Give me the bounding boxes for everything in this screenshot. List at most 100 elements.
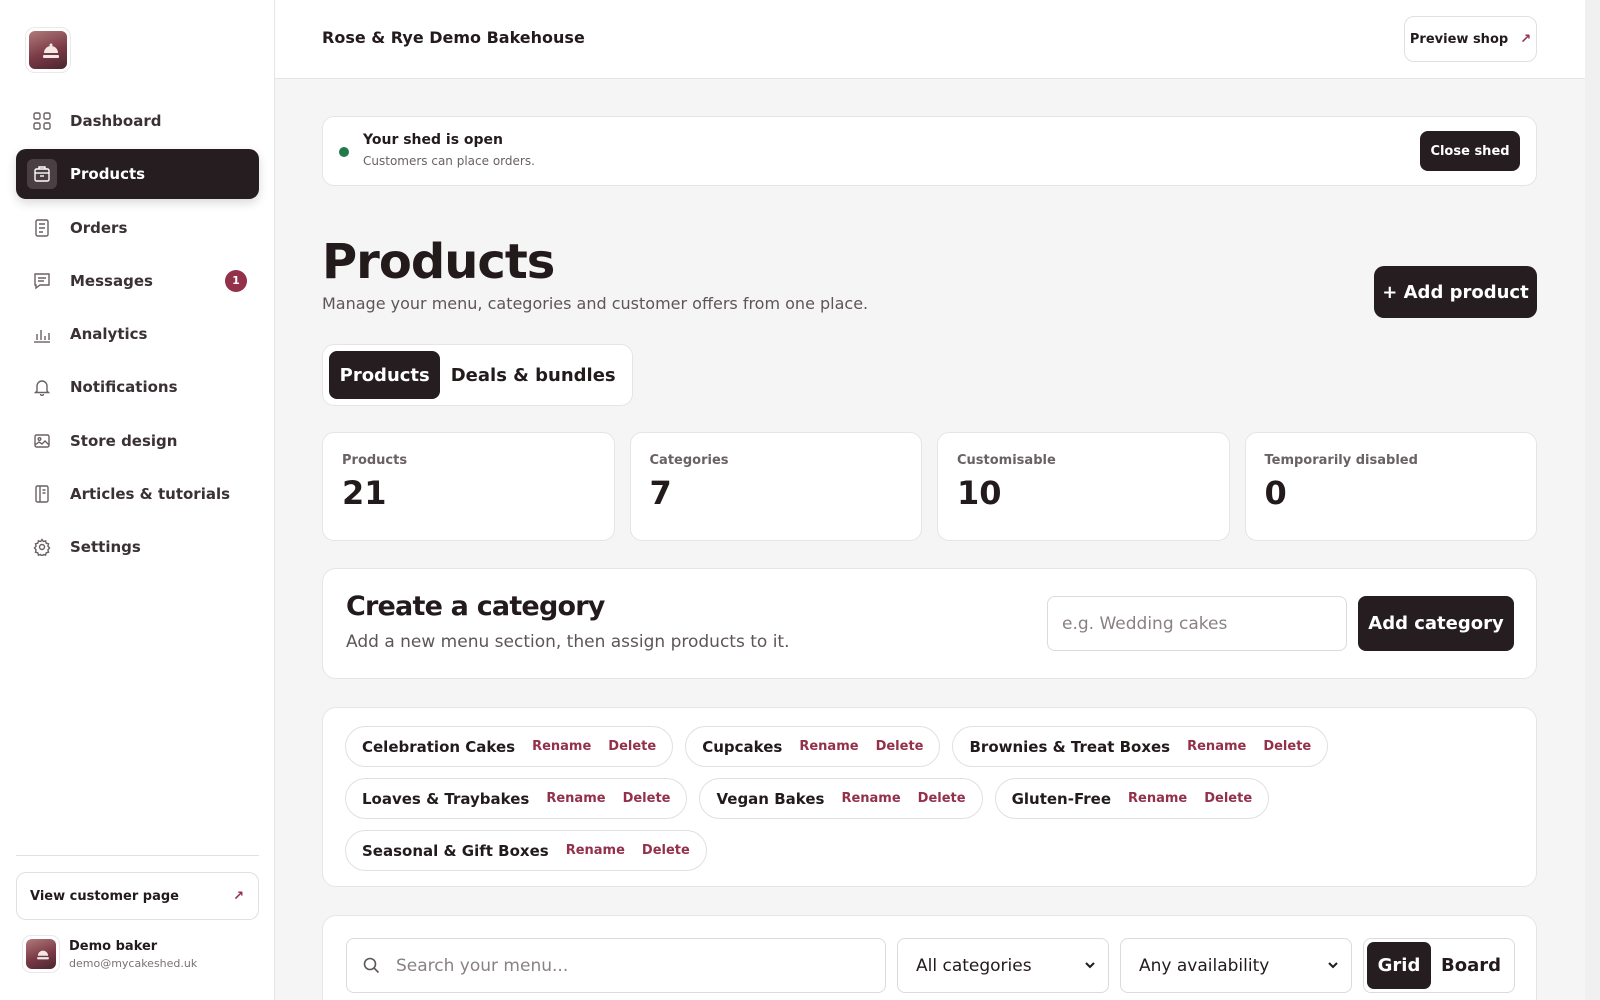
- status-title: Your shed is open: [363, 132, 504, 148]
- user-profile[interactable]: Demo baker demo@mycakeshed.uk: [22, 935, 197, 973]
- box-icon: [27, 159, 57, 190]
- stat-card-products: Products 21: [322, 432, 615, 541]
- rename-button[interactable]: Rename: [799, 739, 858, 754]
- tab-deals-bundles[interactable]: Deals & bundles: [440, 351, 626, 399]
- stat-value: 0: [1264, 474, 1287, 512]
- chevron-down-icon: [1327, 956, 1339, 976]
- delete-button[interactable]: Delete: [642, 843, 690, 858]
- create-category-subtitle: Add a new menu section, then assign prod…: [346, 632, 790, 652]
- delete-button[interactable]: Delete: [1263, 739, 1311, 754]
- sidebar-item-orders[interactable]: Orders: [16, 203, 259, 253]
- sidebar: Dashboard Products Orders Messages 1 Ana…: [0, 0, 275, 1000]
- cake-icon: [37, 950, 49, 960]
- category-filter-value: All categories: [916, 955, 1032, 976]
- category-name-input[interactable]: [1047, 596, 1347, 651]
- rename-button[interactable]: Rename: [841, 791, 900, 806]
- sidebar-item-label: Analytics: [70, 325, 148, 344]
- receipt-icon: [32, 218, 52, 238]
- close-shed-button[interactable]: Close shed: [1420, 131, 1520, 171]
- cake-icon: [43, 43, 59, 58]
- rename-button[interactable]: Rename: [1187, 739, 1246, 754]
- preview-shop-label: Preview shop: [1409, 31, 1509, 47]
- category-filter-select[interactable]: All categories: [897, 938, 1109, 993]
- category-chip: Loaves & Traybakes Rename Delete: [345, 778, 688, 819]
- user-email: demo@mycakeshed.uk: [69, 956, 198, 970]
- page-subtitle: Manage your menu, categories and custome…: [322, 294, 869, 313]
- stat-label: Products: [342, 453, 408, 468]
- view-tabs: Products Deals & bundles: [322, 344, 633, 406]
- shop-status-card: Your shed is open Customers can place or…: [322, 116, 1537, 186]
- sidebar-item-label: Store design: [70, 431, 178, 450]
- sidebar-item-notifications[interactable]: Notifications: [16, 362, 259, 412]
- search-input[interactable]: [396, 955, 856, 976]
- rename-button[interactable]: Rename: [1128, 791, 1187, 806]
- bell-icon: [32, 377, 52, 397]
- brand-logo[interactable]: [25, 27, 71, 73]
- category-name: Cupcakes: [702, 737, 783, 756]
- sidebar-nav: Dashboard Products Orders Messages 1 Ana…: [16, 96, 259, 576]
- category-name: Seasonal & Gift Boxes: [362, 841, 549, 860]
- external-link-icon: ↗: [1520, 31, 1532, 47]
- external-link-icon: ↗: [233, 888, 244, 904]
- delete-button[interactable]: Delete: [623, 791, 671, 806]
- sidebar-item-label: Orders: [70, 218, 128, 237]
- sidebar-item-dashboard[interactable]: Dashboard: [16, 96, 259, 146]
- stat-value: 7: [649, 474, 672, 512]
- search-box[interactable]: [346, 938, 886, 993]
- grid-icon: [32, 111, 52, 131]
- category-name: Vegan Bakes: [716, 789, 825, 808]
- sidebar-item-settings[interactable]: Settings: [16, 522, 259, 572]
- add-category-button[interactable]: Add category: [1358, 596, 1514, 651]
- search-icon: [363, 957, 380, 974]
- status-subtitle: Customers can place orders.: [363, 154, 535, 168]
- category-chip: Vegan Bakes Rename Delete: [699, 778, 983, 819]
- rename-button[interactable]: Rename: [546, 791, 605, 806]
- availability-filter-select[interactable]: Any availability: [1120, 938, 1352, 993]
- delete-button[interactable]: Delete: [1204, 791, 1252, 806]
- shop-name: Rose & Rye Demo Bakehouse: [322, 28, 585, 47]
- tab-products[interactable]: Products: [329, 351, 441, 399]
- sidebar-item-label: Dashboard: [70, 112, 162, 130]
- view-customer-page-button[interactable]: View customer page ↗: [16, 872, 259, 920]
- sidebar-item-articles[interactable]: Articles & tutorials: [16, 469, 259, 519]
- category-chip: Gluten-Free Rename Delete: [994, 778, 1270, 819]
- sidebar-item-label: Settings: [70, 538, 141, 557]
- delete-button[interactable]: Delete: [876, 739, 924, 754]
- image-icon: [32, 431, 52, 451]
- stat-label: Categories: [649, 453, 729, 468]
- unread-badge: 1: [225, 269, 247, 292]
- chevron-down-icon: [1084, 956, 1096, 976]
- sidebar-item-messages[interactable]: Messages 1: [16, 256, 259, 306]
- user-name: Demo baker: [69, 938, 158, 954]
- category-name: Loaves & Traybakes: [362, 789, 530, 808]
- sidebar-item-products[interactable]: Products: [16, 149, 259, 200]
- board-view-button[interactable]: Board: [1431, 942, 1511, 989]
- category-chip: Cupcakes Rename Delete: [685, 726, 941, 767]
- sidebar-item-store-design[interactable]: Store design: [16, 416, 259, 466]
- rename-button[interactable]: Rename: [566, 843, 625, 858]
- category-name: Celebration Cakes: [362, 737, 516, 756]
- sidebar-divider: [16, 855, 259, 856]
- delete-button[interactable]: Delete: [918, 791, 966, 806]
- preview-shop-button[interactable]: Preview shop ↗: [1404, 16, 1537, 62]
- stat-card-disabled: Temporarily disabled 0: [1244, 432, 1537, 541]
- stats-row: Products 21 Categories 7 Customisable 10…: [322, 432, 1537, 541]
- rename-button[interactable]: Rename: [532, 739, 591, 754]
- create-category-title: Create a category: [346, 591, 605, 622]
- chat-icon: [32, 271, 52, 291]
- availability-filter-value: Any availability: [1139, 955, 1270, 976]
- stat-value: 10: [957, 474, 1002, 512]
- sidebar-item-analytics[interactable]: Analytics: [16, 309, 259, 359]
- grid-view-button[interactable]: Grid: [1367, 942, 1431, 989]
- add-product-button[interactable]: + Add product: [1374, 266, 1537, 318]
- product-filter-bar: All categories Any availability Grid Boa…: [322, 915, 1537, 1000]
- category-chip: Seasonal & Gift Boxes Rename Delete: [345, 830, 707, 871]
- category-name: Brownies & Treat Boxes: [969, 737, 1171, 756]
- stat-card-customisable: Customisable 10: [937, 432, 1230, 541]
- category-list: Celebration Cakes Rename Delete Cupcakes…: [322, 707, 1537, 887]
- scrollbar[interactable]: [1585, 0, 1600, 1000]
- stat-label: Customisable: [957, 453, 1056, 468]
- delete-button[interactable]: Delete: [608, 739, 656, 754]
- status-indicator: [339, 147, 349, 157]
- category-row: Celebration Cakes Rename Delete Cupcakes…: [345, 726, 1514, 767]
